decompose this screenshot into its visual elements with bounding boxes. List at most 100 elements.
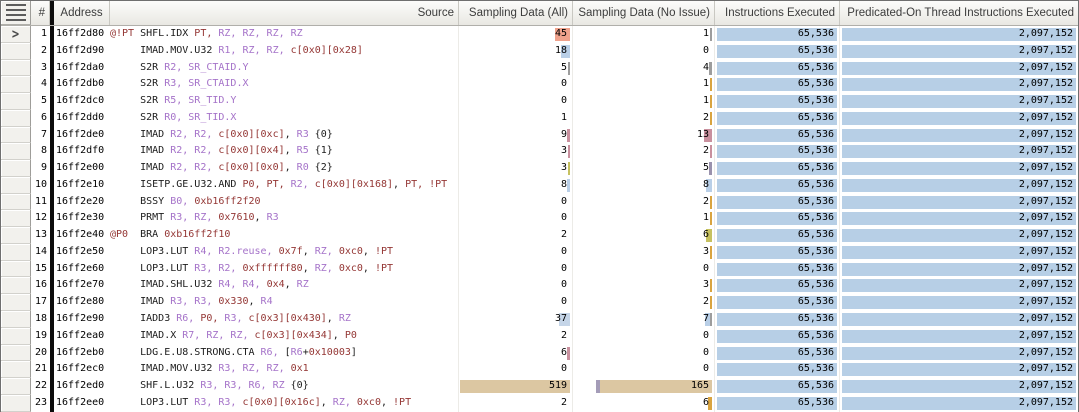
source-token: R0 xyxy=(297,162,315,173)
source-token: IMAD xyxy=(140,296,170,307)
predicated-instructions-value: 2,097,152 xyxy=(1019,380,1073,391)
source-token: RZ, xyxy=(333,397,357,408)
source-token: P0 xyxy=(345,330,357,341)
sampling-value: 4 xyxy=(703,62,709,73)
sampling-bar xyxy=(568,62,570,75)
sass-profiler-table: # Address Source Sampling Data (All) Sam… xyxy=(0,0,1079,412)
sampling-no-issue-cell: 1 xyxy=(573,93,715,110)
predicated-instructions-cell: 2,097,152 xyxy=(840,177,1078,194)
table-row[interactable]: 816ff2df0 IMAD R2, R2, c[0x0][0x4], R5 {… xyxy=(1,143,1078,160)
gutter-cell xyxy=(1,345,31,362)
table-row[interactable]: 1616ff2e70 IMAD.SHL.U32 R4, R4, 0x4, RZ0… xyxy=(1,277,1078,294)
sampling-value: 37 xyxy=(555,313,567,324)
sampling-value: 2 xyxy=(703,145,709,156)
source-token: R3 xyxy=(267,212,279,223)
sampling-value: 3 xyxy=(561,145,567,156)
instructions-executed-value: 65,536 xyxy=(798,129,834,140)
sampling-no-issue-cell: 6 xyxy=(573,227,715,244)
source-token: , xyxy=(333,330,345,341)
table-row[interactable]: 1216ff2e30 PRMT R3, RZ, 0x7610, R30165,5… xyxy=(1,210,1078,227)
sampling-bar xyxy=(568,162,570,175)
sampling-all-cell: 0 xyxy=(459,210,573,227)
sampling-bar xyxy=(710,145,712,158)
row-number: 20 xyxy=(31,345,50,362)
current-line-indicator-icon: > xyxy=(12,27,19,41)
table-row[interactable]: >116ff2d80@!PT SHFL.IDX PT, RZ, RZ, RZ, … xyxy=(1,26,1078,43)
column-header-sampling-no-issue[interactable]: Sampling Data (No Issue) xyxy=(573,1,715,25)
table-row[interactable]: 1116ff2e20 BSSY B0, 0xb16ff2f200265,5362… xyxy=(1,194,1078,211)
source-token: c[0x0][0xc] xyxy=(218,129,284,140)
sampling-bar-segment xyxy=(567,347,570,360)
predicated-instructions-value: 2,097,152 xyxy=(1019,263,1073,274)
table-row[interactable]: 1416ff2e50 LOP3.LUT R4, R2.reuse, 0x7f, … xyxy=(1,244,1078,261)
address-cell: 16ff2d90 xyxy=(54,43,110,60)
predicated-instructions-cell: 2,097,152 xyxy=(840,43,1078,60)
sampling-value: 1 xyxy=(703,95,709,106)
sampling-value: 3 xyxy=(703,246,709,257)
table-row[interactable]: 216ff2d90 IMAD.MOV.U32 R1, RZ, RZ, c[0x0… xyxy=(1,43,1078,60)
address-cell: 16ff2d80 xyxy=(54,26,110,43)
sampling-value: 1 xyxy=(703,78,709,89)
source-token: , xyxy=(303,263,315,274)
table-row[interactable]: 1816ff2e90 IADD3 R6, P0, R3, c[0x3][0x43… xyxy=(1,311,1078,328)
sampling-all-cell: 0 xyxy=(459,93,573,110)
address-cell: 16ff2eb0 xyxy=(54,345,110,362)
sampling-no-issue-cell: 8 xyxy=(573,177,715,194)
sampling-value: 6 xyxy=(703,397,709,408)
table-row[interactable]: 516ff2dc0 S2R R5, SR_TID.Y0165,5362,097,… xyxy=(1,93,1078,110)
table-row[interactable]: 416ff2db0 S2R R3, SR_CTAID.X0165,5362,09… xyxy=(1,76,1078,93)
sampling-bar-segment xyxy=(568,162,570,175)
gutter-menu-button[interactable] xyxy=(1,1,31,25)
predicated-instructions-cell: 2,097,152 xyxy=(840,76,1078,93)
source-token: ISETP.GE.U32.AND xyxy=(140,179,242,190)
table-row[interactable]: 716ff2de0 IMAD R2, R2, c[0x0][0xc], R3 {… xyxy=(1,127,1078,144)
source-token: {0} xyxy=(315,129,333,140)
source-token: , xyxy=(321,397,333,408)
source-token: P0, xyxy=(200,313,224,324)
gutter-cell xyxy=(1,43,31,60)
table-row[interactable]: 1016ff2e10 ISETP.GE.U32.AND P0, PT, R2, … xyxy=(1,177,1078,194)
source-token: 0xffffff80 xyxy=(242,263,302,274)
address-cell: 16ff2e10 xyxy=(54,177,110,194)
sampling-value: 0 xyxy=(561,263,567,274)
source-token: B0, xyxy=(170,196,194,207)
table-row[interactable]: 1516ff2e60 LOP3.LUT R3, R2, 0xffffff80, … xyxy=(1,261,1078,278)
predicated-instructions-cell: 2,097,152 xyxy=(840,210,1078,227)
table-row[interactable]: 2316ff2ee0 LOP3.LUT R3, R3, c[0x0][0x16c… xyxy=(1,395,1078,412)
column-header-instructions-executed[interactable]: Instructions Executed xyxy=(715,1,840,25)
column-header-number[interactable]: # xyxy=(31,1,50,25)
source-token: 0x1 xyxy=(291,363,309,374)
column-header-source[interactable]: Source xyxy=(110,1,459,25)
sampling-all-cell: 1 xyxy=(459,110,573,127)
table-row[interactable]: 2016ff2eb0 LDG.E.U8.STRONG.CTA R6, [R6+0… xyxy=(1,345,1078,362)
source-token: R6, xyxy=(176,313,200,324)
source-token: R3 xyxy=(297,129,315,140)
table-row[interactable]: 2216ff2ed0 SHF.L.U32 R3, R3, R6, RZ {0}5… xyxy=(1,378,1078,395)
table-row[interactable]: 1916ff2ea0 IMAD.X R7, RZ, RZ, c[0x3][0x4… xyxy=(1,328,1078,345)
instructions-executed-cell: 65,536 xyxy=(715,210,840,227)
column-header-predicated-instructions[interactable]: Predicated-On Thread Instructions Execut… xyxy=(840,1,1078,25)
table-row[interactable]: 316ff2da0 S2R R2, SR_CTAID.Y5465,5362,09… xyxy=(1,60,1078,77)
table-row[interactable]: 1316ff2e40@P0 BRA 0xb16ff2f102665,5362,0… xyxy=(1,227,1078,244)
predicated-instructions-cell: 2,097,152 xyxy=(840,294,1078,311)
table-row[interactable]: 1716ff2e80 IMAD R3, R3, 0x330, R40265,53… xyxy=(1,294,1078,311)
predicated-instructions-cell: 2,097,152 xyxy=(840,244,1078,261)
predicate-token xyxy=(110,380,140,391)
table-row[interactable]: 616ff2dd0 S2R R0, SR_TID.X1265,5362,097,… xyxy=(1,110,1078,127)
predicated-instructions-value: 2,097,152 xyxy=(1019,28,1073,39)
source-token: R3, RZ, RZ, xyxy=(218,363,290,374)
table-row[interactable]: 2116ff2ec0 IMAD.MOV.U32 R3, RZ, RZ, 0x10… xyxy=(1,361,1078,378)
column-header-address[interactable]: Address xyxy=(54,1,110,25)
instructions-executed-cell: 65,536 xyxy=(715,26,840,43)
source-token: R3, xyxy=(224,313,248,324)
source-token: , xyxy=(363,263,375,274)
sampling-value: 0 xyxy=(703,347,709,358)
table-row[interactable]: 916ff2e00 IMAD R2, R2, c[0x0][0x0], R0 {… xyxy=(1,160,1078,177)
sampling-no-issue-cell: 165 xyxy=(573,378,715,395)
sampling-bar xyxy=(567,347,570,360)
gutter-cell xyxy=(1,227,31,244)
sampling-value: 9 xyxy=(561,129,567,140)
column-header-sampling-all[interactable]: Sampling Data (All) xyxy=(459,1,573,25)
instructions-executed-value: 65,536 xyxy=(798,212,834,223)
source-cell: IMAD R3, R3, 0x330, R4 xyxy=(110,294,459,311)
